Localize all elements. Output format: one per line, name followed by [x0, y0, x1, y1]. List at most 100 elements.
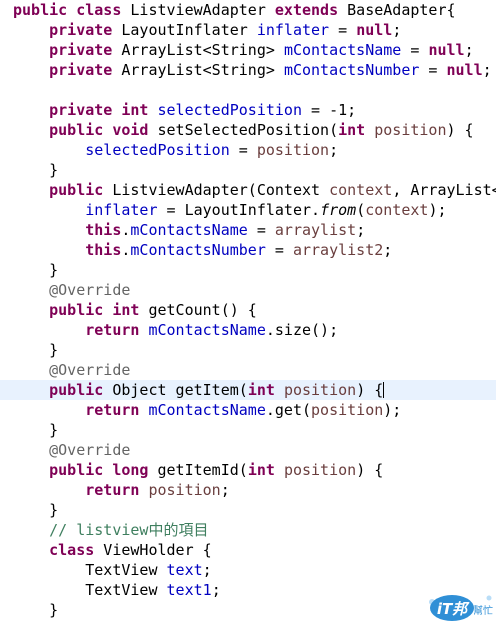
field-token: mContactsName — [130, 221, 248, 239]
code-text: @Override — [13, 360, 130, 380]
code-token: ; — [329, 141, 339, 159]
code-line[interactable]: public long getItemId(int position) { — [0, 460, 496, 480]
code-text: } — [13, 600, 58, 620]
code-line[interactable]: } — [0, 260, 496, 280]
annotation-token: @Override — [49, 441, 131, 459]
code-text: class ViewHolder { — [13, 540, 212, 560]
keyword-token: null — [446, 61, 483, 79]
code-line[interactable]: return position; — [0, 480, 496, 500]
code-text: return position; — [13, 480, 230, 500]
code-token: ; — [202, 561, 212, 579]
code-line[interactable]: private ArrayList<String> mContactsName … — [0, 40, 496, 60]
keyword-token: private — [49, 21, 113, 39]
watermark-text: iT邦 — [437, 600, 470, 618]
code-token: ) { — [446, 121, 474, 139]
code-line[interactable]: private ArrayList<String> mContactsNumbe… — [0, 60, 496, 80]
code-line[interactable]: public ListviewAdapter(Context context, … — [0, 180, 496, 200]
code-line[interactable]: } — [0, 600, 496, 620]
variable-token: arraylist2 — [292, 241, 384, 259]
code-token: } — [49, 341, 59, 359]
code-text: private ArrayList<String> mContactsName … — [13, 40, 474, 60]
code-text: private int selectedPosition = -1; — [13, 100, 356, 120]
annotation-token: @Override — [49, 361, 131, 379]
code-line-current[interactable]: public Object getItem(int position) { — [0, 380, 496, 400]
code-line[interactable]: this.mContactsName = arraylist; — [0, 220, 496, 240]
keyword-token: return — [85, 321, 140, 339]
code-line[interactable]: // listview中的項目 — [0, 520, 496, 540]
code-token: .get( — [265, 401, 312, 419]
code-line[interactable]: } — [0, 160, 496, 180]
code-text: } — [13, 160, 58, 180]
code-token: = — [229, 141, 257, 159]
code-line[interactable]: TextView text1; — [0, 580, 496, 600]
code-text: @Override — [13, 440, 130, 460]
code-line[interactable]: private LayoutInflater inflater = null; — [0, 20, 496, 40]
code-line[interactable]: public class ListviewAdapter extends Bas… — [0, 0, 496, 20]
code-line[interactable]: this.mContactsNumber = arraylist2; — [0, 240, 496, 260]
variable-token: position — [283, 381, 357, 399]
code-token: Object getItem( — [103, 381, 248, 399]
code-token: getItemId( — [148, 461, 248, 479]
code-line[interactable]: selectedPosition = position; — [0, 140, 496, 160]
code-token: = — [265, 241, 293, 259]
keyword-token: int — [112, 301, 140, 319]
field-token: text — [166, 561, 203, 579]
code-line[interactable]: inflater = LayoutInflater.from(context); — [0, 200, 496, 220]
code-text: TextView text1; — [13, 580, 220, 600]
code-text: inflater = LayoutInflater.from(context); — [13, 200, 447, 220]
code-line[interactable]: return mContactsName.size(); — [0, 320, 496, 340]
code-line[interactable]: @Override — [0, 360, 496, 380]
keyword-token: this — [85, 221, 122, 239]
code-line[interactable]: @Override — [0, 440, 496, 460]
code-token: ); — [428, 201, 447, 219]
keyword-token: public — [49, 301, 104, 319]
code-line[interactable]: public int getCount() { — [0, 300, 496, 320]
code-token: = LayoutInflater. — [157, 201, 321, 219]
code-token: ArrayList<String> — [112, 61, 284, 79]
code-line[interactable]: TextView text; — [0, 560, 496, 580]
code-text: @Override — [13, 280, 130, 300]
code-line[interactable]: @Override — [0, 280, 496, 300]
code-line[interactable]: } — [0, 500, 496, 520]
variable-token: context — [329, 181, 393, 199]
code-line[interactable]: } — [0, 340, 496, 360]
code-text: public void setSelectedPosition(int posi… — [13, 120, 474, 140]
code-line[interactable]: class ViewHolder { — [0, 540, 496, 560]
code-token: ; — [464, 41, 474, 59]
code-token: ) { — [356, 381, 384, 399]
code-line[interactable]: } — [0, 420, 496, 440]
code-line[interactable]: private int selectedPosition = -1; — [0, 100, 496, 120]
code-text: } — [13, 260, 58, 280]
keyword-token: int — [247, 461, 275, 479]
keyword-token: this — [85, 241, 122, 259]
comment-token: // listview中的項目 — [49, 521, 209, 539]
annotation-token: @Override — [49, 281, 131, 299]
code-line[interactable]: public void setSelectedPosition(int posi… — [0, 120, 496, 140]
code-token: ; — [392, 21, 402, 39]
code-editor[interactable]: public class ListviewAdapter extends Bas… — [0, 0, 496, 625]
variable-token: arraylist — [274, 221, 357, 239]
code-text: public ListviewAdapter(Context context, … — [13, 180, 496, 200]
watermark-subtext: 幫忙 — [473, 604, 493, 617]
code-line[interactable] — [0, 80, 496, 100]
ithome-watermark-logo: iT邦 幫忙 — [429, 595, 493, 621]
code-token: ; — [220, 481, 230, 499]
code-line[interactable]: return mContactsName.get(position); — [0, 400, 496, 420]
code-token: TextView — [85, 561, 167, 579]
